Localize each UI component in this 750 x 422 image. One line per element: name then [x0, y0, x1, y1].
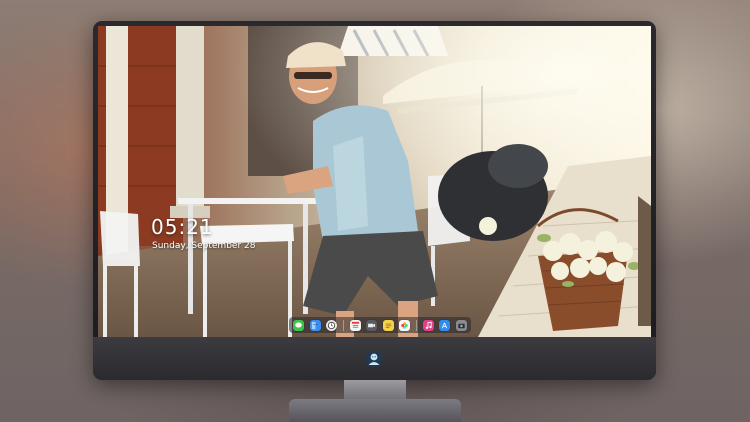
camera-glyph: [458, 323, 465, 328]
brand-logo-icon: [366, 351, 382, 367]
finder-glyph: [311, 321, 318, 329]
monitor-screen: 05:21 Sunday, September 28: [98, 26, 651, 337]
app-store-icon[interactable]: [439, 319, 451, 331]
lock-screen-time: 05:21: [151, 215, 214, 239]
blurred-background: 05:21 Sunday, September 28: [0, 0, 750, 422]
music-icon[interactable]: [422, 319, 434, 331]
monitor-stand-base: [289, 399, 461, 422]
app-dock: [289, 317, 471, 333]
clock-glyph: [328, 321, 336, 329]
notes-icon[interactable]: [382, 319, 394, 331]
messages-glyph: [295, 322, 302, 328]
video-glyph: [368, 323, 376, 327]
camera-icon[interactable]: [455, 319, 467, 331]
notes-glyph: [385, 323, 391, 328]
finder-icon[interactable]: [309, 319, 321, 331]
desktop-monitor: 05:21 Sunday, September 28: [93, 21, 656, 380]
app-store-glyph: [442, 322, 448, 328]
dock-separator: [416, 319, 417, 331]
calendar-icon[interactable]: [349, 319, 361, 331]
messages-icon[interactable]: [293, 319, 304, 331]
lock-screen-date: Sunday, September 28: [152, 241, 256, 251]
video-icon[interactable]: [366, 319, 378, 331]
dock-separator: [342, 319, 344, 331]
wallpaper-photo: [98, 26, 651, 337]
photos-icon[interactable]: [399, 319, 411, 331]
music-glyph: [425, 321, 432, 329]
photos-glyph: [401, 321, 409, 329]
calendar-glyph: [351, 321, 359, 328]
clock-icon[interactable]: [326, 319, 338, 331]
